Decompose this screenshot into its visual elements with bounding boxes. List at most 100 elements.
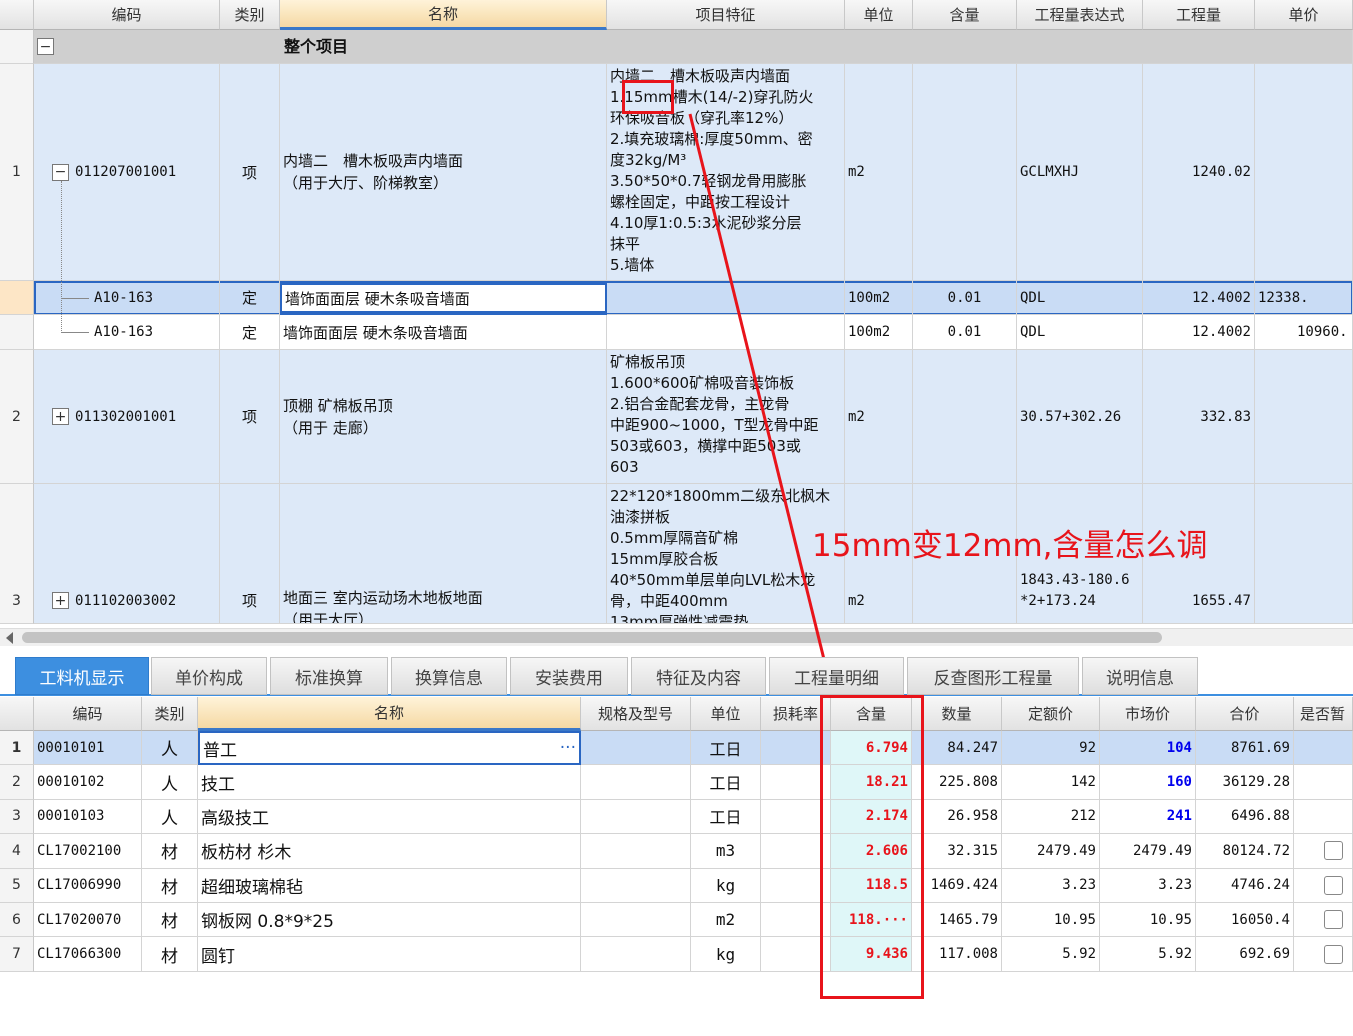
bottom-header-unit[interactable]: 单位 [691, 697, 761, 731]
tab-conversion-info[interactable]: 换算信息 [391, 657, 507, 695]
tab-standard-conversion[interactable]: 标准换算 [270, 657, 388, 695]
material-provisional-cell[interactable] [1294, 868, 1353, 903]
tab-features-content[interactable]: 特征及内容 [631, 657, 766, 695]
bottom-header-quota-price[interactable]: 定额价 [1002, 697, 1100, 731]
material-type[interactable]: 材 [142, 834, 198, 869]
material-name[interactable]: 圆钉 [198, 937, 581, 972]
material-unit[interactable]: kg [691, 868, 761, 903]
material-total[interactable]: 80124.72 [1196, 834, 1294, 869]
material-unit[interactable]: m3 [691, 834, 761, 869]
material-unit[interactable]: m2 [691, 903, 761, 938]
material-code[interactable]: 00010103 [34, 799, 142, 835]
material-unit[interactable]: 工日 [691, 799, 761, 835]
row-index: 1 [0, 731, 34, 766]
material-total[interactable]: 16050.4 [1196, 903, 1294, 938]
material-amount[interactable]: 84.247 [912, 731, 1002, 766]
material-quota-price[interactable]: 5.92 [1002, 937, 1100, 972]
material-provisional-cell[interactable] [1294, 799, 1353, 835]
provisional-checkbox[interactable] [1324, 910, 1343, 930]
material-provisional-cell[interactable] [1294, 731, 1353, 766]
tab-description[interactable]: 说明信息 [1082, 657, 1198, 695]
tab-quantity-detail[interactable]: 工程量明细 [769, 657, 904, 695]
material-total[interactable]: 36129.28 [1196, 765, 1294, 800]
material-provisional-cell[interactable] [1294, 834, 1353, 869]
material-quota-price[interactable]: 212 [1002, 799, 1100, 835]
bottom-header-spec[interactable]: 规格及型号 [581, 697, 691, 731]
material-code[interactable]: CL17002100 [34, 834, 142, 869]
material-total[interactable]: 4746.24 [1196, 868, 1294, 903]
material-market-price[interactable]: 104 [1100, 731, 1196, 766]
material-market-price[interactable]: 160 [1100, 765, 1196, 800]
material-provisional-cell[interactable] [1294, 937, 1353, 972]
material-type[interactable]: 人 [142, 765, 198, 800]
bottom-header-type[interactable]: 类别 [142, 697, 198, 731]
material-spec[interactable] [581, 903, 691, 938]
material-name[interactable]: 技工 [198, 765, 581, 800]
bottom-header-market-price[interactable]: 市场价 [1100, 697, 1196, 731]
bottom-header-amount[interactable]: 数量 [912, 697, 1002, 731]
material-amount[interactable]: 26.958 [912, 799, 1002, 835]
material-spec[interactable] [581, 731, 691, 766]
material-quota-price[interactable]: 92 [1002, 731, 1100, 766]
material-market-price[interactable]: 10.95 [1100, 903, 1196, 938]
provisional-checkbox[interactable] [1324, 944, 1343, 964]
material-quota-price[interactable]: 2479.49 [1002, 834, 1100, 869]
bottom-header-code[interactable]: 编码 [34, 697, 142, 731]
material-total[interactable]: 6496.88 [1196, 799, 1294, 835]
material-name[interactable]: 超细玻璃棉毡 [198, 868, 581, 903]
material-quota-price[interactable]: 3.23 [1002, 868, 1100, 903]
material-amount[interactable]: 117.008 [912, 937, 1002, 972]
material-provisional-cell[interactable] [1294, 765, 1353, 800]
material-total[interactable]: 692.69 [1196, 937, 1294, 972]
provisional-checkbox[interactable] [1324, 841, 1343, 861]
material-type[interactable]: 人 [142, 731, 198, 766]
material-unit[interactable]: kg [691, 937, 761, 972]
material-name[interactable]: 钢板网 0.8*9*25 [198, 903, 581, 938]
bottom-header-corner [0, 697, 34, 731]
material-spec[interactable] [581, 937, 691, 972]
material-code[interactable]: 00010101 [34, 731, 142, 766]
bottom-header-total[interactable]: 合价 [1196, 697, 1294, 731]
material-market-price[interactable]: 3.23 [1100, 868, 1196, 903]
material-type[interactable]: 材 [142, 868, 198, 903]
row-index: 6 [0, 903, 34, 938]
tab-labor-material-machine[interactable]: 工料机显示 [15, 657, 149, 695]
provisional-checkbox[interactable] [1324, 875, 1343, 895]
bottom-header-provisional[interactable]: 是否暂 [1294, 697, 1353, 731]
ellipsis-button[interactable]: ··· [560, 738, 576, 758]
material-provisional-cell[interactable] [1294, 903, 1353, 938]
material-unit[interactable]: 工日 [691, 731, 761, 766]
material-quota-price[interactable]: 10.95 [1002, 903, 1100, 938]
material-name[interactable]: 高级技工 [198, 799, 581, 835]
material-code[interactable]: 00010102 [34, 765, 142, 800]
tab-installation-fee[interactable]: 安装费用 [510, 657, 628, 695]
bottom-header-name[interactable]: 名称 [198, 697, 581, 731]
material-name[interactable]: 板枋材 杉木 [198, 834, 581, 869]
material-amount[interactable]: 1465.79 [912, 903, 1002, 938]
material-total[interactable]: 8761.69 [1196, 731, 1294, 766]
material-code[interactable]: CL17020070 [34, 903, 142, 938]
bottom-grid: 编码 类别 名称 规格及型号 单位 损耗率 含量 数量 定额价 市场价 合价 是… [0, 697, 1353, 973]
material-type[interactable]: 材 [142, 937, 198, 972]
material-amount[interactable]: 225.808 [912, 765, 1002, 800]
material-quota-price[interactable]: 142 [1002, 765, 1100, 800]
material-type[interactable]: 材 [142, 903, 198, 938]
annotation-text: 15mm变12mm,含量怎么调 [812, 528, 1208, 564]
tab-reverse-graphic-quantity[interactable]: 反查图形工程量 [907, 657, 1079, 695]
material-unit[interactable]: 工日 [691, 765, 761, 800]
material-amount[interactable]: 1469.424 [912, 868, 1002, 903]
material-type[interactable]: 人 [142, 799, 198, 835]
material-spec[interactable] [581, 868, 691, 903]
material-amount[interactable]: 32.315 [912, 834, 1002, 869]
material-market-price[interactable]: 2479.49 [1100, 834, 1196, 869]
row-index: 2 [0, 765, 34, 800]
material-spec[interactable] [581, 799, 691, 835]
material-name[interactable]: 普工 ··· [198, 731, 581, 766]
material-code[interactable]: CL17006990 [34, 868, 142, 903]
tab-unit-price-composition[interactable]: 单价构成 [151, 657, 267, 695]
material-spec[interactable] [581, 834, 691, 869]
material-market-price[interactable]: 5.92 [1100, 937, 1196, 972]
material-market-price[interactable]: 241 [1100, 799, 1196, 835]
material-code[interactable]: CL17066300 [34, 937, 142, 972]
material-spec[interactable] [581, 765, 691, 800]
